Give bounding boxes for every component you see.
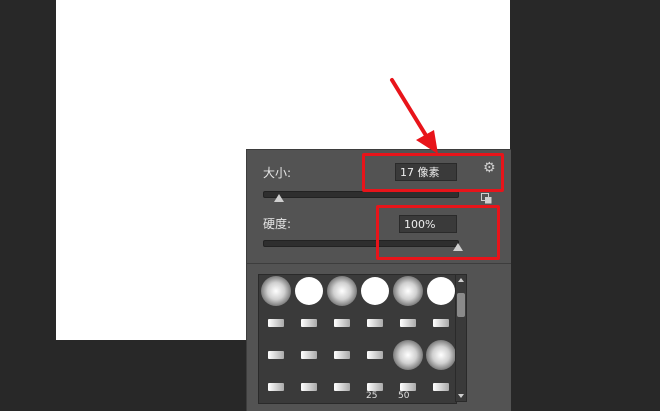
brush-preset-soft-round[interactable] [259, 275, 292, 307]
brush-preset-tip[interactable] [325, 339, 358, 371]
hardness-label: 硬度: [263, 217, 292, 231]
brush-preset-tip[interactable] [325, 371, 358, 403]
preset-scrollbar[interactable] [455, 274, 467, 402]
brush-preset-tip[interactable] [325, 307, 358, 339]
size-label: 大小: [263, 166, 292, 180]
brush-preset-grid[interactable]: 25 50 [258, 274, 457, 404]
brush-preset-hard-round[interactable] [292, 275, 325, 307]
annotation-arrow-icon [390, 78, 438, 154]
brush-preset-tip[interactable] [358, 339, 391, 371]
brush-preset-tip[interactable] [292, 307, 325, 339]
brush-preset-tip[interactable] [292, 339, 325, 371]
size-slider-thumb[interactable] [274, 194, 284, 202]
size-slider[interactable] [263, 191, 459, 198]
brush-preset-soft-round[interactable] [325, 275, 358, 307]
brush-preset-tip[interactable] [424, 371, 457, 403]
brush-preset-tip[interactable] [391, 307, 424, 339]
brush-preset-tip[interactable] [358, 307, 391, 339]
brush-preset-soft-round[interactable] [424, 339, 457, 371]
brush-preset-tip[interactable] [259, 371, 292, 403]
brush-preset-hard-round[interactable] [358, 275, 391, 307]
brush-preset-soft-round[interactable] [391, 339, 424, 371]
divider [247, 263, 511, 264]
brush-size-label: 25 [366, 391, 378, 401]
brush-preset-tip[interactable] [259, 339, 292, 371]
scroll-up-icon[interactable] [458, 278, 464, 282]
brush-preset-hard-round[interactable] [424, 275, 457, 307]
scroll-thumb[interactable] [457, 293, 465, 317]
brush-preset-tip[interactable] [424, 307, 457, 339]
resize-icon[interactable] [481, 193, 492, 204]
brush-preset-soft-round[interactable] [391, 275, 424, 307]
annotation-box-hardness [376, 205, 500, 260]
brush-size-label: 50 [398, 391, 410, 401]
brush-preset-tip[interactable] [259, 307, 292, 339]
scroll-down-icon[interactable] [458, 394, 464, 398]
brush-preset-tip[interactable] [292, 371, 325, 403]
